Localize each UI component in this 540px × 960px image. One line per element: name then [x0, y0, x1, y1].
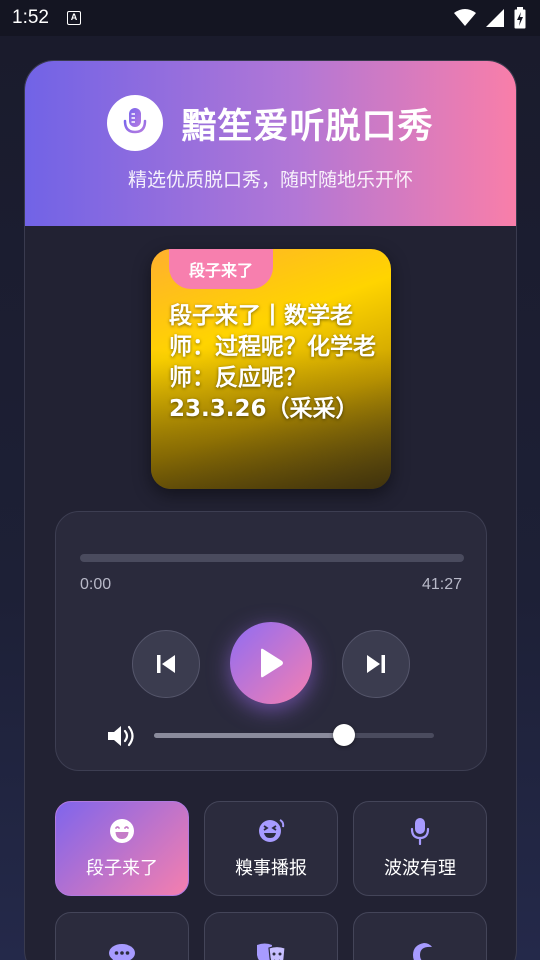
volume-knob[interactable]	[333, 724, 356, 746]
progress-bar[interactable]	[80, 554, 464, 562]
microphone-icon	[124, 108, 147, 139]
category-bobouli[interactable]: 波波有理	[353, 801, 487, 896]
volume-slider[interactable]	[154, 733, 434, 738]
audio-player: 0:00 41:27	[55, 511, 487, 771]
grin-squint-icon	[257, 818, 285, 844]
wifi-icon	[454, 9, 476, 26]
keyboard-a-icon: A	[66, 11, 81, 25]
category-grid: 段子来了 糗事播报 波波有理	[55, 801, 487, 960]
status-left: 1:52 A	[12, 7, 81, 29]
volume-icon[interactable]	[106, 723, 140, 749]
current-time: 0:00	[80, 576, 112, 593]
header-logo	[107, 95, 164, 151]
battery-charging-icon	[514, 7, 526, 29]
play-icon	[261, 648, 283, 678]
skip-previous-icon	[157, 655, 175, 673]
now-playing-cover: 段子来了 段子来了丨数学老师：过程呢？化学老师：反应呢？23.3.26（采采）	[151, 249, 391, 489]
status-bar: 1:52 A	[0, 0, 540, 36]
category-label: 波波有理	[384, 857, 456, 879]
status-right	[454, 7, 526, 29]
category-chat[interactable]	[55, 912, 189, 960]
total-time: 41:27	[421, 576, 462, 593]
header-row: 黯笙爱听脱口秀	[25, 95, 516, 151]
next-button[interactable]	[342, 630, 410, 698]
category-night[interactable]	[353, 912, 487, 960]
category-label: 段子来了	[86, 857, 158, 879]
status-time: 1:52	[12, 7, 49, 28]
app-header: 黯笙爱听脱口秀 精选优质脱口秀，随时随地乐开怀	[25, 61, 516, 226]
category-label: 糗事播报	[235, 857, 307, 879]
category-qiushibobao[interactable]: 糗事播报	[204, 801, 338, 896]
chat-bubble-icon	[108, 942, 136, 960]
category-theater[interactable]	[204, 912, 338, 960]
laugh-emoji-icon	[109, 818, 135, 844]
moon-icon	[408, 942, 432, 960]
app-subtitle: 精选优质脱口秀，随时随地乐开怀	[127, 169, 413, 191]
play-button[interactable]	[230, 622, 312, 704]
volume-fill	[154, 733, 345, 738]
category-badge: 段子来了	[169, 249, 274, 289]
theater-masks-icon	[255, 942, 287, 960]
skip-next-icon	[367, 655, 385, 673]
microphone-icon	[410, 817, 430, 845]
main-card: 黯笙爱听脱口秀 精选优质脱口秀，随时随地乐开怀 段子来了 段子来了丨数学老师：过…	[24, 60, 517, 960]
category-duanzilaile[interactable]: 段子来了	[55, 801, 189, 896]
episode-title: 段子来了丨数学老师：过程呢？化学老师：反应呢？23.3.26（采采）	[169, 303, 376, 422]
app-title: 黯笙爱听脱口秀	[181, 106, 434, 147]
signal-icon	[486, 9, 504, 27]
previous-button[interactable]	[132, 630, 200, 698]
